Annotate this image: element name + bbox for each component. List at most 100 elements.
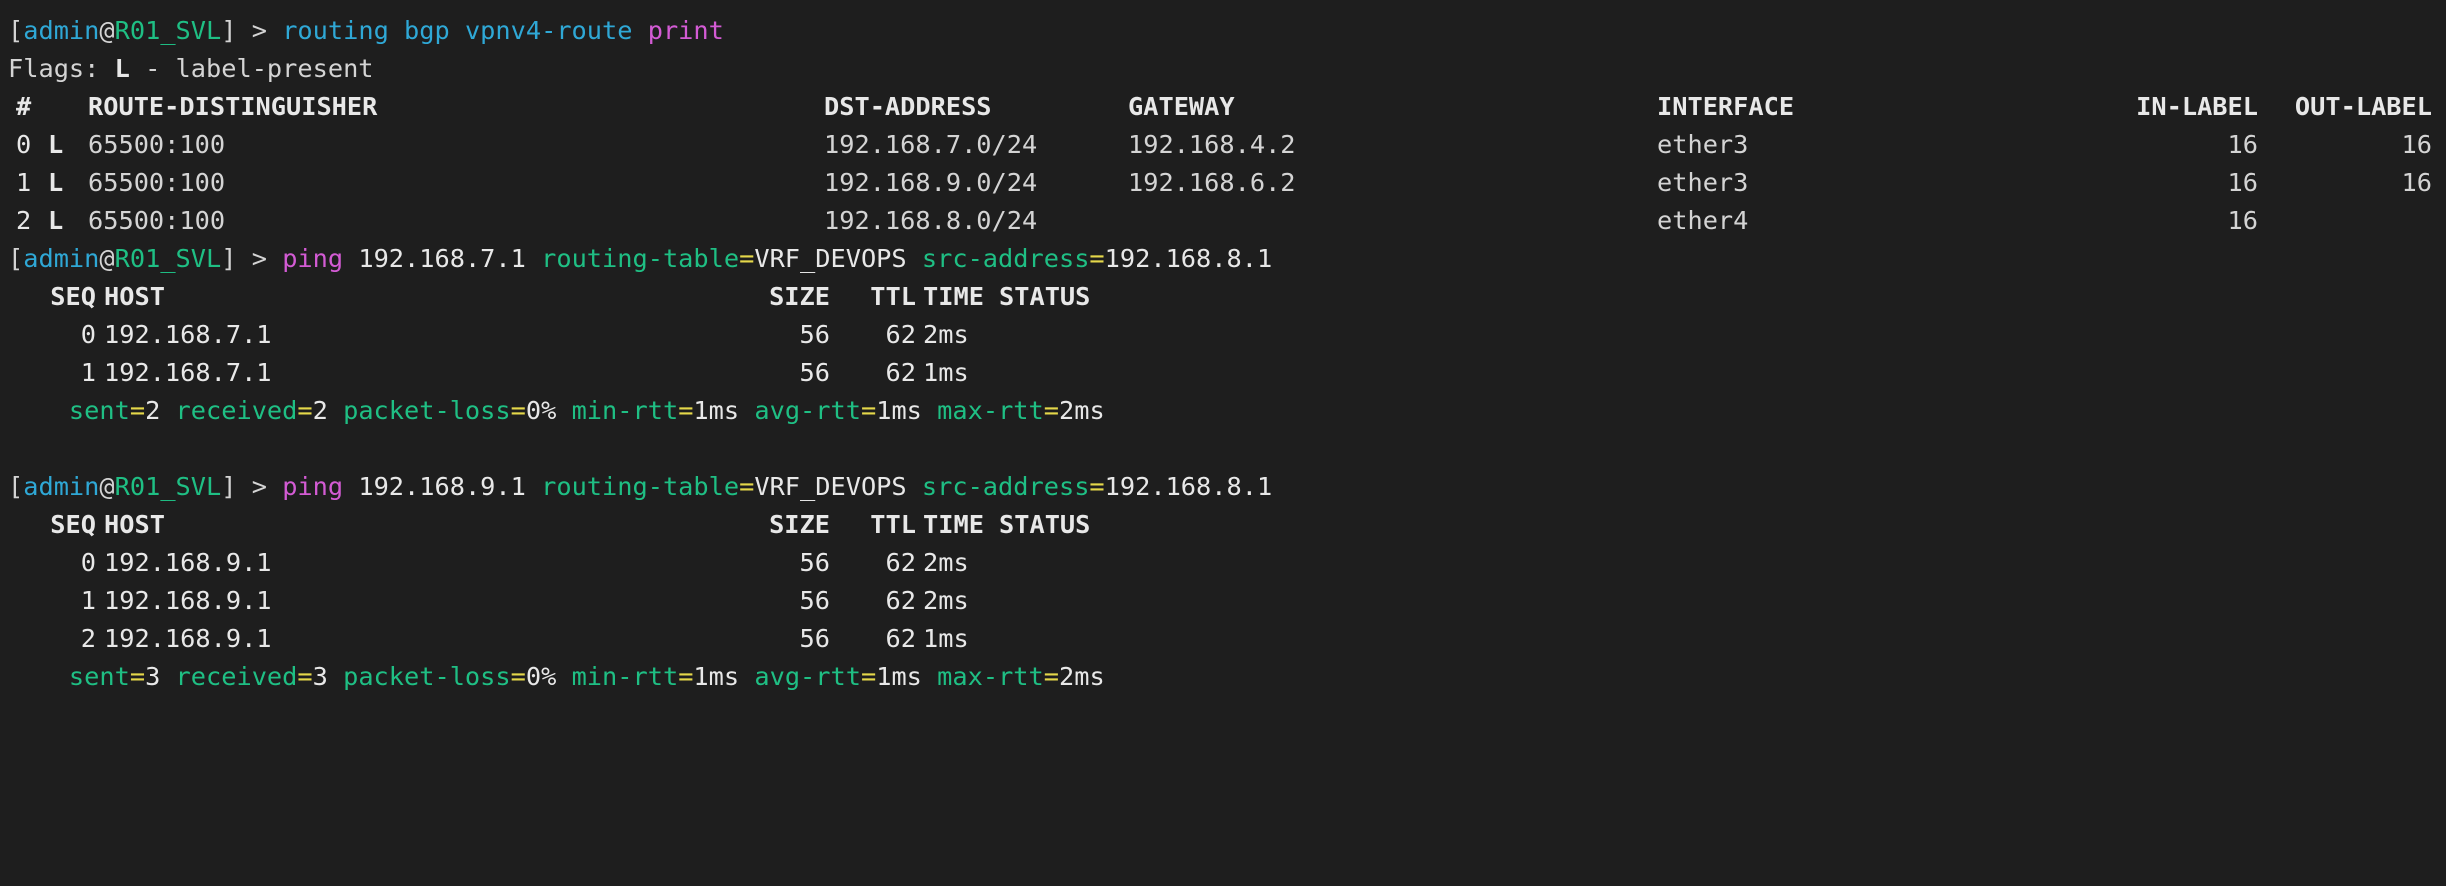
- ping-seq: 0: [80, 548, 96, 577]
- route-rd: 65500:100: [88, 168, 226, 197]
- summary-avg-rtt-key: avg-rtt: [754, 662, 861, 691]
- route-in-label: 16: [2227, 206, 2258, 235]
- route-row: 2 L 65500:100 192.168.8.0/24 ether4 16: [8, 202, 2438, 240]
- ping-time: 2ms: [923, 586, 969, 615]
- route-dst: 192.168.7.0/24: [824, 130, 1038, 159]
- summary-received-key: received: [175, 662, 298, 691]
- param-equals: =: [1089, 472, 1105, 501]
- prompt-close-bracket: ]: [221, 472, 237, 501]
- header-in-label: IN-LABEL: [2136, 92, 2258, 121]
- flags-line: Flags: L - label-present: [8, 50, 2438, 88]
- header-dst-address: DST-ADDRESS: [824, 92, 992, 121]
- param-equals: =: [739, 472, 755, 501]
- summary-min-rtt-key: min-rtt: [571, 662, 679, 691]
- ping-size: 56: [799, 624, 830, 653]
- ping-ttl: 62: [885, 548, 916, 577]
- header-ttl: TTL: [870, 282, 916, 311]
- param-routing-table-key: routing-table: [541, 472, 740, 501]
- summary-sent-key: sent: [68, 662, 130, 691]
- prompt-open-bracket: [: [8, 472, 24, 501]
- route-flag: L: [48, 206, 64, 235]
- header-host: HOST: [104, 510, 165, 539]
- ping-size: 56: [799, 320, 830, 349]
- route-row: 1 L 65500:100 192.168.9.0/24 192.168.6.2…: [8, 164, 2438, 202]
- prompt-user: admin: [23, 472, 100, 501]
- ping-table-header: SEQ HOST SIZE TTL TIME STATUS: [8, 278, 2438, 316]
- ping-row: 0 192.168.9.1 56 62 2ms: [8, 544, 2438, 582]
- route-flag: L: [48, 168, 64, 197]
- ping-ttl: 62: [885, 320, 916, 349]
- summary-received-key: received: [175, 396, 298, 425]
- prompt-open-bracket: [: [8, 244, 24, 273]
- command-verb-ping: ping: [282, 244, 344, 273]
- ping-summary: sent=3 received=3 packet-loss=0% min-rtt…: [68, 662, 1105, 691]
- param-src-address-key: src-address: [921, 472, 1090, 501]
- ping-host: 192.168.9.1: [104, 586, 272, 615]
- summary-max-rtt-key: max-rtt: [937, 662, 1044, 691]
- prompt-host: R01_SVL: [114, 244, 222, 273]
- ping-time: 2ms: [923, 320, 969, 349]
- ping-time: 2ms: [923, 548, 969, 577]
- ping-target: 192.168.7.1: [358, 244, 526, 273]
- route-dst: 192.168.9.0/24: [824, 168, 1038, 197]
- summary-sent-value: 2: [145, 396, 161, 425]
- prompt-arrow: >: [236, 16, 283, 45]
- header-seq: SEQ: [50, 282, 96, 311]
- param-routing-table-key: routing-table: [541, 244, 740, 273]
- summary-sent-value: 3: [145, 662, 161, 691]
- summary-loss-value: 0%: [525, 396, 557, 425]
- param-src-address-key: src-address: [921, 244, 1090, 273]
- ping-ttl: 62: [885, 586, 916, 615]
- header-time: TIME: [923, 282, 984, 311]
- summary-max-rtt-value: 2ms: [1059, 662, 1105, 691]
- ping-target: 192.168.9.1: [358, 472, 526, 501]
- command-line-route-print: [admin@R01_SVL] > routing bgp vpnv4-rout…: [8, 12, 2438, 50]
- prompt-host: R01_SVL: [114, 16, 222, 45]
- ping-host: 192.168.9.1: [104, 548, 272, 577]
- ping-host: 192.168.7.1: [104, 320, 272, 349]
- header-gateway: GATEWAY: [1128, 92, 1235, 121]
- summary-loss-value: 0%: [525, 662, 557, 691]
- ping-seq: 0: [80, 320, 96, 349]
- header-interface: INTERFACE: [1657, 92, 1795, 121]
- prompt-user: admin: [23, 16, 100, 45]
- flags-prefix: Flags:: [8, 54, 115, 83]
- summary-max-rtt-key: max-rtt: [937, 396, 1044, 425]
- param-equals: =: [739, 244, 755, 273]
- summary-avg-rtt-key: avg-rtt: [754, 396, 861, 425]
- prompt-close-bracket: ]: [221, 244, 237, 273]
- route-num: 1: [16, 168, 32, 197]
- summary-received-value: 2: [312, 396, 328, 425]
- route-in-label: 16: [2227, 130, 2258, 159]
- route-gateway: 192.168.4.2: [1128, 130, 1296, 159]
- summary-min-rtt-value: 1ms: [693, 396, 740, 425]
- ping-row: 1 192.168.7.1 56 62 1ms: [8, 354, 2438, 392]
- prompt-at: @: [99, 16, 115, 45]
- prompt-host: R01_SVL: [114, 472, 222, 501]
- ping-row: 2 192.168.9.1 56 62 1ms: [8, 620, 2438, 658]
- route-in-label: 16: [2227, 168, 2258, 197]
- ping-ttl: 62: [885, 358, 916, 387]
- command-words: routing bgp vpnv4-route: [282, 16, 633, 45]
- param-src-address-value: 192.168.8.1: [1104, 244, 1273, 273]
- ping-size: 56: [799, 358, 830, 387]
- header-seq: SEQ: [50, 510, 96, 539]
- prompt-open-bracket: [: [8, 16, 24, 45]
- header-status: STATUS: [999, 282, 1091, 311]
- ping-summary: sent=2 received=2 packet-loss=0% min-rtt…: [68, 396, 1105, 425]
- route-interface: ether3: [1657, 168, 1749, 197]
- ping-seq: 1: [80, 358, 96, 387]
- route-interface: ether4: [1657, 206, 1749, 235]
- terminal-output: [admin@R01_SVL] > routing bgp vpnv4-rout…: [8, 12, 2438, 696]
- header-status: STATUS: [999, 510, 1091, 539]
- prompt-at: @: [99, 244, 115, 273]
- header-ttl: TTL: [870, 510, 916, 539]
- summary-min-rtt-value: 1ms: [693, 662, 740, 691]
- prompt-user: admin: [23, 244, 100, 273]
- param-src-address-value: 192.168.8.1: [1104, 472, 1273, 501]
- ping-size: 56: [799, 548, 830, 577]
- header-route-distinguisher: ROUTE-DISTINGUISHER: [88, 92, 378, 121]
- ping-time: 1ms: [923, 624, 969, 653]
- ping-ttl: 62: [885, 624, 916, 653]
